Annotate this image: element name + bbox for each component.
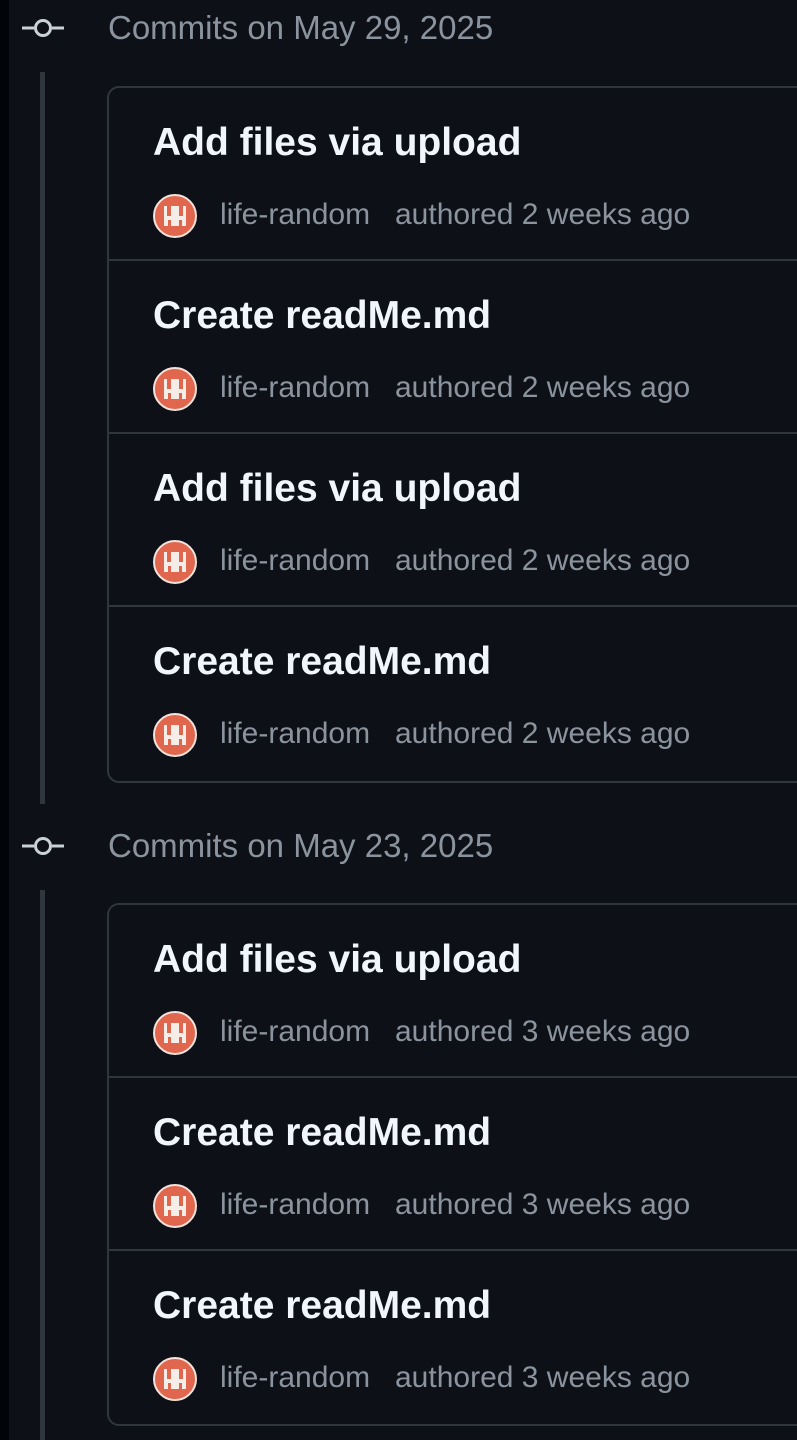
author-link[interactable]: life-random <box>220 1013 370 1051</box>
commit-row[interactable]: Create readMe.md life-random authored 3 … <box>109 1078 797 1251</box>
commit-title-link[interactable]: Create readMe.md <box>153 639 491 685</box>
commit-list: Add files via upload life-random authore… <box>107 86 797 783</box>
author-link[interactable]: life-random <box>220 715 370 753</box>
author-link[interactable]: life-random <box>220 196 370 234</box>
commit-title-link[interactable]: Create readMe.md <box>153 1110 491 1156</box>
avatar[interactable] <box>153 1011 197 1055</box>
author-link[interactable]: life-random <box>220 1359 370 1397</box>
commit-group-title: Commits on May 29, 2025 <box>108 9 494 46</box>
commit-title-link[interactable]: Create readMe.md <box>153 293 491 339</box>
git-commit-icon <box>22 19 64 37</box>
commit-title-link[interactable]: Add files via upload <box>153 937 521 983</box>
commit-time: authored 3 weeks ago <box>395 1015 691 1048</box>
commit-time: authored 3 weeks ago <box>395 1361 691 1394</box>
commit-title-link[interactable]: Create readMe.md <box>153 1283 491 1329</box>
commit-row[interactable]: Add files via upload life-random authore… <box>109 434 797 607</box>
commit-row[interactable]: Create readMe.md life-random authored 3 … <box>109 1251 797 1424</box>
avatar[interactable] <box>153 1357 197 1401</box>
author-link[interactable]: life-random <box>220 369 370 407</box>
commit-time: authored 2 weeks ago <box>395 717 691 750</box>
avatar[interactable] <box>153 540 197 584</box>
avatar[interactable] <box>153 1184 197 1228</box>
author-link[interactable]: life-random <box>220 1186 370 1224</box>
commit-time: authored 2 weeks ago <box>395 198 691 231</box>
avatar[interactable] <box>153 194 197 238</box>
commit-row[interactable]: Create readMe.md life-random authored 2 … <box>109 607 797 780</box>
commit-history: Commits on May 29, 2025 Add files via up… <box>0 0 797 1440</box>
commit-row[interactable]: Add files via upload life-random authore… <box>109 88 797 261</box>
avatar[interactable] <box>153 367 197 411</box>
commit-row[interactable]: Add files via upload life-random authore… <box>109 905 797 1078</box>
commit-time: authored 2 weeks ago <box>395 371 691 404</box>
avatar[interactable] <box>153 713 197 757</box>
commit-group-header: Commits on May 23, 2025 <box>0 818 797 874</box>
commit-group-title: Commits on May 23, 2025 <box>108 827 494 864</box>
git-commit-icon <box>22 837 64 855</box>
commit-title-link[interactable]: Add files via upload <box>153 120 521 166</box>
commit-time: authored 3 weeks ago <box>395 1188 691 1221</box>
commit-list: Add files via upload life-random authore… <box>107 903 797 1426</box>
commit-time: authored 2 weeks ago <box>395 544 691 577</box>
timeline-line <box>40 890 45 1440</box>
timeline-line <box>40 72 45 804</box>
author-link[interactable]: life-random <box>220 542 370 580</box>
commit-row[interactable]: Create readMe.md life-random authored 2 … <box>109 261 797 434</box>
commit-group-header: Commits on May 29, 2025 <box>0 0 797 56</box>
left-edge-strip <box>0 0 9 1440</box>
commit-title-link[interactable]: Add files via upload <box>153 466 521 512</box>
